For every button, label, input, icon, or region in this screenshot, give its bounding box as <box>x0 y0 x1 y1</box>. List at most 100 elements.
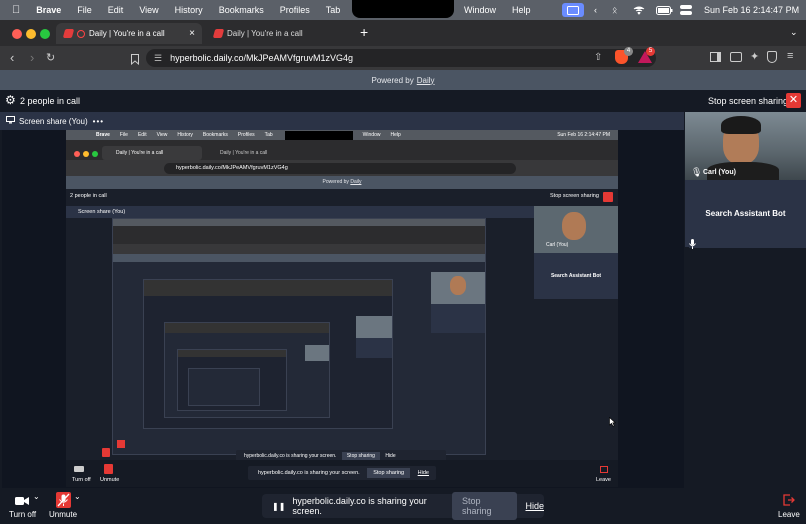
capture-clock: Sun Feb 16 2:14:47 PM <box>557 132 610 138</box>
capture-tray-unmute: Unmute <box>100 477 120 483</box>
shields-badge: 4 <box>624 47 633 56</box>
recording-indicator-icon <box>77 29 85 38</box>
tab-inactive[interactable]: Daily | You're in a call <box>206 23 352 44</box>
leave-icon[interactable] <box>783 494 795 508</box>
level2-menubar <box>113 219 485 226</box>
screen-share-header: Screen share (You) ••• <box>0 112 684 130</box>
screen-icon <box>6 116 15 126</box>
capture-notch <box>284 130 353 140</box>
carl-video-tile[interactable]: 🎙 Carl (You) <box>685 112 806 180</box>
share-icon[interactable]: ⇧ <box>594 52 602 63</box>
capture-light-green <box>92 151 98 157</box>
capture-banner-stop: Stop sharing <box>341 452 380 460</box>
capture-app-name: Brave <box>96 132 110 138</box>
menu-view[interactable]: View <box>139 5 158 15</box>
battery-icon[interactable] <box>656 0 673 20</box>
capture-tab-inactive: Daily | You're in a call <box>220 150 268 156</box>
screen-share-status-icon[interactable] <box>562 3 584 17</box>
back-arrow-icon[interactable]: ‹ <box>10 50 14 65</box>
capture-tab-active: Daily | You're in a call <box>102 146 202 160</box>
stop-sharing-button[interactable]: Stop sharing <box>452 492 518 520</box>
capture-menu-tab: Tab <box>264 132 273 138</box>
capture-powered-by: Powered by Daily <box>66 176 618 189</box>
sidebar-toggle-icon[interactable] <box>710 52 721 62</box>
capture-banner-text: hyperbolic.daily.co is sharing your scre… <box>244 453 337 459</box>
capture-tray-mic-icon <box>104 464 113 474</box>
window-close-button[interactable] <box>12 29 22 39</box>
bluetooth-icon[interactable]: ᛟ <box>612 0 617 20</box>
level2-carl-face <box>450 276 466 295</box>
powered-by-banner: Powered by Daily <box>0 70 806 90</box>
carl-hair <box>721 116 761 134</box>
forward-arrow-icon[interactable]: › <box>30 50 34 65</box>
menu-app-name[interactable]: Brave <box>36 5 61 15</box>
capture-level-6 <box>188 368 260 406</box>
daily-link[interactable]: Daily <box>417 76 435 85</box>
capture-menu-view: View <box>156 132 168 138</box>
menu-window[interactable]: Window <box>464 0 496 20</box>
daily-favicon-icon <box>62 29 75 38</box>
capture-level-5 <box>177 349 287 411</box>
level2-carl-tile <box>431 272 485 304</box>
new-tab-button[interactable]: + <box>360 24 368 40</box>
capture-tray-turn-off: Turn off <box>72 477 91 483</box>
capture-menu-edit: Edit <box>137 132 147 138</box>
window-minimize-button[interactable] <box>26 29 36 39</box>
menubar-clock[interactable]: Sun Feb 16 2:14:47 PM <box>704 0 799 20</box>
camera-options-chevron-icon[interactable]: ⌄ <box>33 492 40 501</box>
url-bar[interactable]: ☰ hyperbolic.daily.co/MkJPeAMVfgruvM1zVG… <box>146 49 656 67</box>
close-tab-icon[interactable]: × <box>189 28 195 39</box>
tab-active[interactable]: Daily | You're in a call × <box>56 23 202 44</box>
capture-powered-brand: Daily <box>350 179 362 185</box>
menu-help[interactable]: Help <box>512 0 531 20</box>
menu-tab[interactable]: Tab <box>326 5 341 15</box>
capture-tray-banner-text: hyperbolic.daily.co is sharing your scre… <box>258 470 360 476</box>
menu-file[interactable]: File <box>77 5 92 15</box>
menu-history[interactable]: History <box>175 5 203 15</box>
control-center-icon[interactable] <box>680 0 692 20</box>
wifi-icon[interactable] <box>633 0 645 20</box>
leave-button[interactable]: Leave <box>778 510 800 519</box>
level2-powered <box>113 254 485 262</box>
capture-menu-history: History <box>177 132 193 138</box>
vpn-icon[interactable] <box>767 51 777 63</box>
capture-carl-name: Carl (You) <box>546 242 569 248</box>
capture-tray-leave: Leave <box>596 477 611 483</box>
tab-search-chevron-icon[interactable]: ⌄ <box>790 27 798 38</box>
level2-toolbar <box>113 244 485 254</box>
capture-menu-file: File <box>119 132 128 138</box>
reload-icon[interactable]: ↻ <box>46 51 55 64</box>
mic-muted-button-icon[interactable] <box>56 492 71 508</box>
window-zoom-button[interactable] <box>40 29 50 39</box>
level3-bot-tile <box>356 338 392 358</box>
leo-ai-icon[interactable]: ✦ <box>750 50 759 63</box>
hide-banner-link[interactable]: Hide <box>525 501 544 511</box>
capture-ss-label: Screen share (You) <box>66 206 534 218</box>
more-options-icon[interactable]: ••• <box>93 117 104 126</box>
chevron-left-icon[interactable]: ‹ <box>594 0 597 20</box>
gear-icon[interactable]: ⚙ <box>5 94 16 106</box>
bot-mic-icon <box>689 236 696 254</box>
pause-icon: ❚❚ <box>272 501 286 511</box>
camera-icon[interactable] <box>15 496 29 508</box>
turn-off-camera-button[interactable]: Turn off <box>9 510 36 519</box>
capture-banner-hide: Hide <box>385 453 396 459</box>
stop-screen-sharing-label[interactable]: Stop screen sharing <box>708 96 788 106</box>
camera-notch <box>352 0 454 18</box>
menu-hamburger-icon[interactable]: ≡ <box>787 50 793 62</box>
menu-profiles[interactable]: Profiles <box>280 5 310 15</box>
bot-tile-footer <box>689 236 806 248</box>
unmute-button[interactable]: Unmute <box>49 510 77 519</box>
stop-sharing-close-button[interactable]: ✕ <box>786 93 801 108</box>
mic-options-chevron-icon[interactable]: ⌄ <box>74 492 81 501</box>
level2-unmute-icon <box>117 440 125 448</box>
screen-share-label: Screen share (You) <box>19 116 88 126</box>
capture-level-4 <box>164 322 330 418</box>
apple-icon[interactable]:  <box>12 4 20 16</box>
site-settings-icon[interactable]: ☰ <box>154 53 162 64</box>
level2-tabbar <box>113 226 485 244</box>
menu-edit[interactable]: Edit <box>108 5 124 15</box>
wallet-icon[interactable] <box>730 52 742 62</box>
bookmark-icon[interactable] <box>131 52 139 70</box>
menu-bookmarks[interactable]: Bookmarks <box>219 5 264 15</box>
